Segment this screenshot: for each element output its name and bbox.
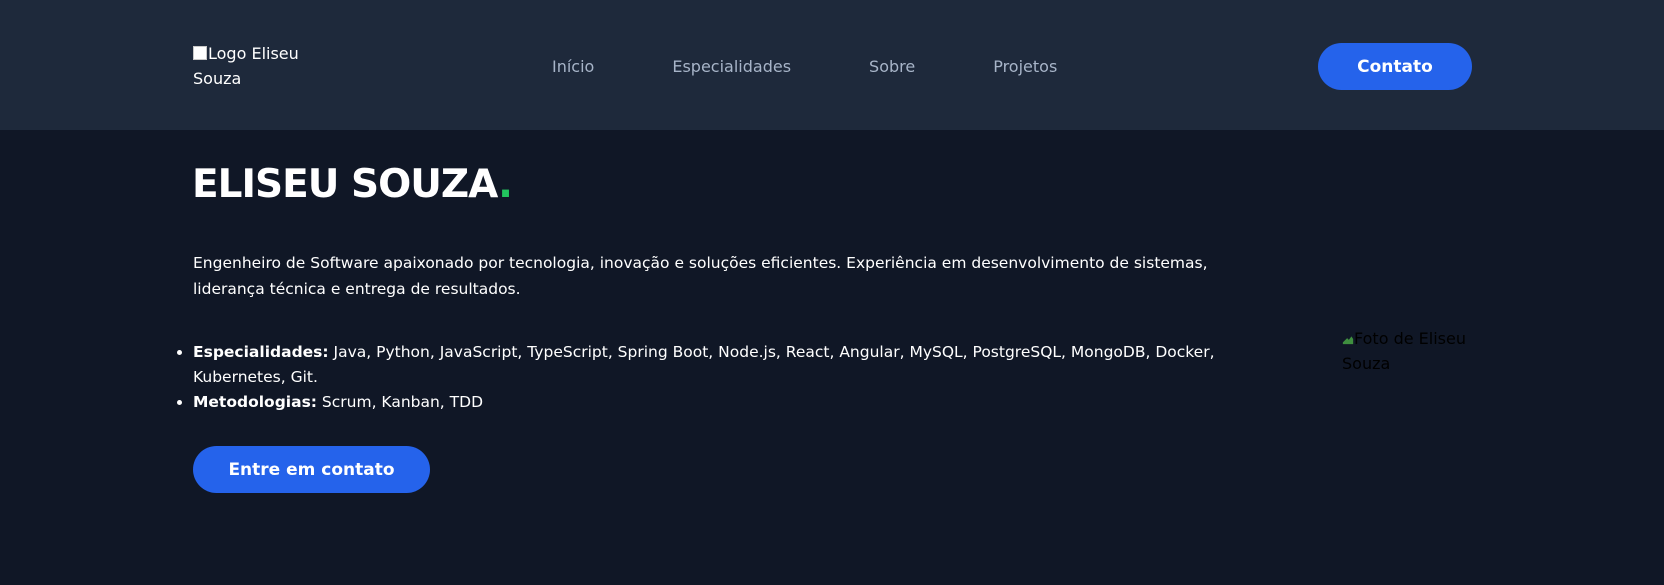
broken-image-icon (193, 46, 207, 60)
bullet-dot (177, 350, 182, 355)
hero-title: ELISEU SOUZA. (192, 162, 513, 207)
site-header: Logo Eliseu Souza Início Especialidades … (0, 0, 1664, 130)
title-accent-dot: . (498, 162, 513, 207)
broken-image-icon (1342, 336, 1354, 345)
photo-alt-text: Foto de Eliseu Souza (1342, 329, 1466, 373)
list-item: Metodologias: Scrum, Kanban, TDD (177, 390, 1253, 415)
nav-link-sobre[interactable]: Sobre (869, 57, 915, 76)
skill-value: Java, Python, JavaScript, TypeScript, Sp… (193, 343, 1215, 386)
list-item: Especialidades: Java, Python, JavaScript… (177, 340, 1253, 390)
bullet-dot (177, 400, 182, 405)
skill-label: Especialidades: (193, 343, 329, 361)
main-nav: Início Especialidades Sobre Projetos (552, 54, 1057, 78)
logo-alt-text: Logo Eliseu Souza (193, 44, 299, 88)
hero-description: Engenheiro de Software apaixonado por te… (193, 254, 1208, 298)
hero-title-text: ELISEU SOUZA (192, 162, 499, 207)
skills-list: Especialidades: Java, Python, JavaScript… (177, 340, 1253, 415)
profile-photo: Foto de Eliseu Souza (1342, 326, 1482, 376)
contact-button[interactable]: Contato (1318, 43, 1472, 90)
cta-contact-button[interactable]: Entre em contato (193, 446, 430, 493)
nav-link-especialidades[interactable]: Especialidades (672, 57, 791, 76)
skill-label: Metodologias: (193, 393, 317, 411)
logo-image[interactable]: Logo Eliseu Souza (193, 41, 323, 91)
nav-link-inicio[interactable]: Início (552, 57, 594, 76)
skill-value: Scrum, Kanban, TDD (317, 393, 484, 411)
nav-link-projetos[interactable]: Projetos (993, 57, 1057, 76)
